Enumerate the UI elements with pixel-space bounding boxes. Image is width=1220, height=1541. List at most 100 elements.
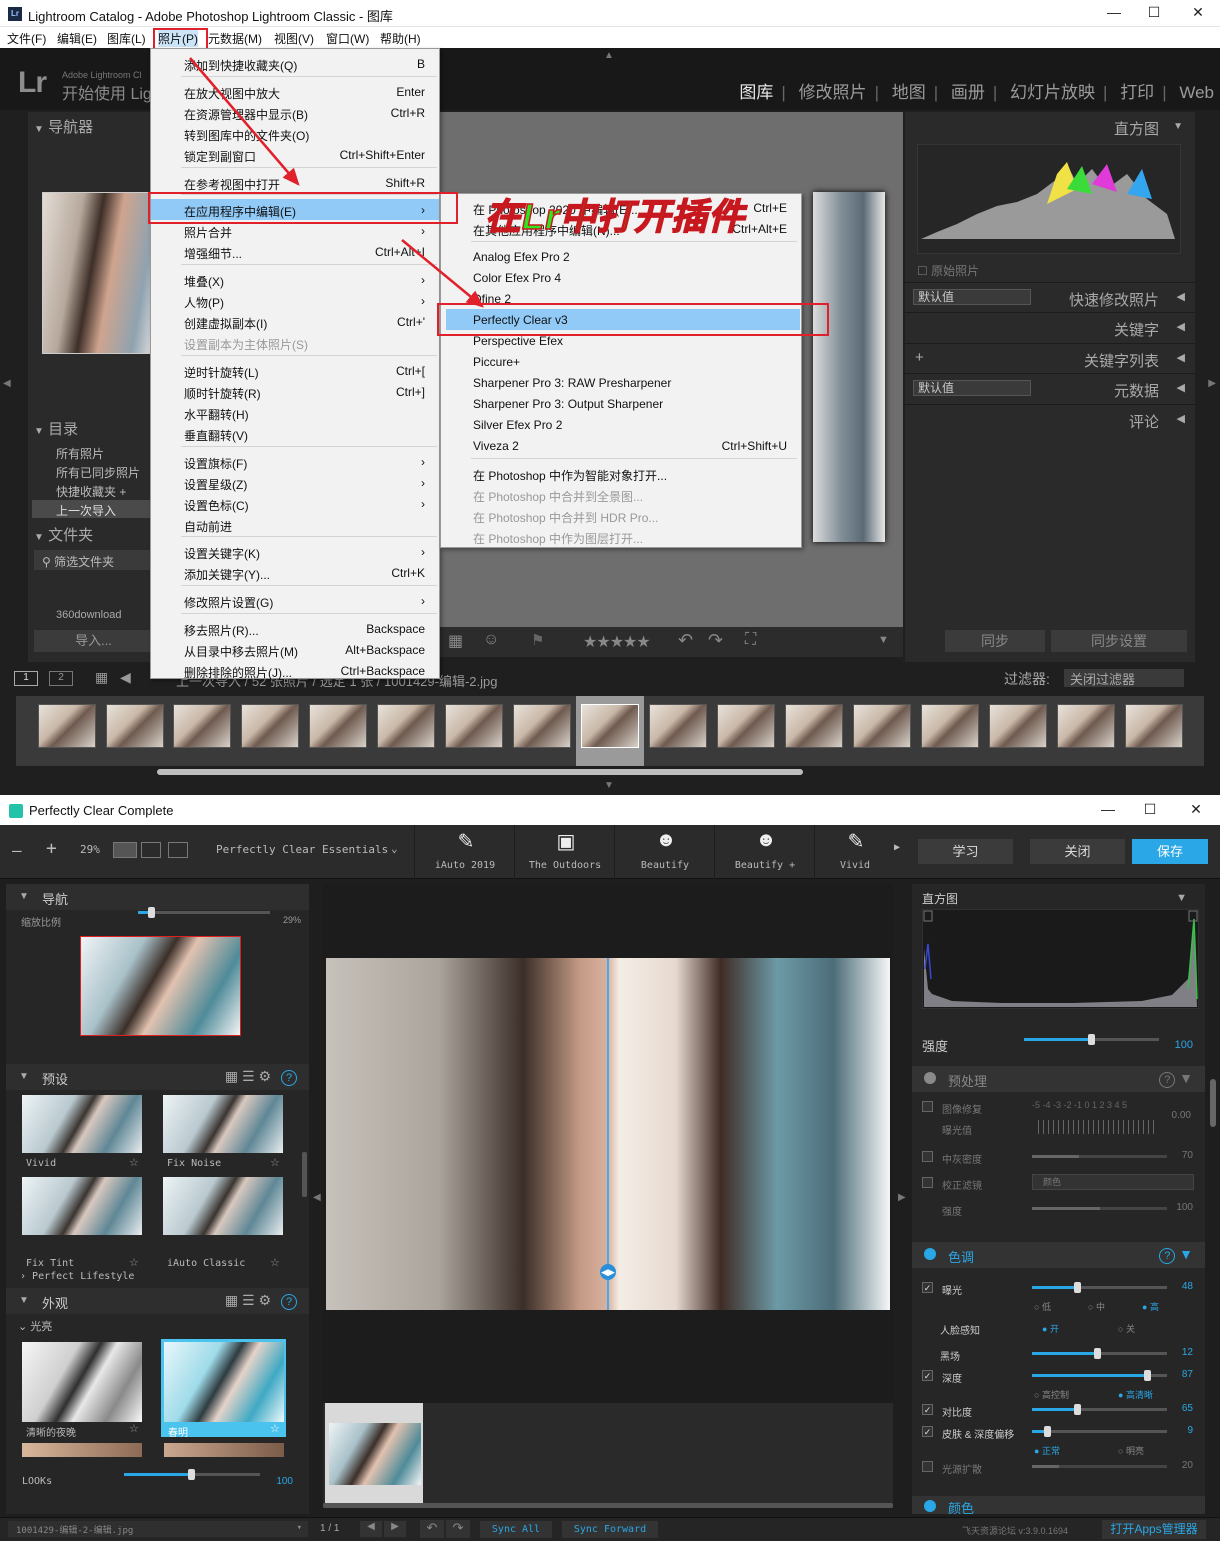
photo-menu-item[interactable]: 删除排除的照片(J)... Ctrl+Backspace [151, 660, 439, 681]
sync-forward-button[interactable]: Sync Forward [562, 1521, 658, 1538]
menu-edit[interactable]: 编辑(E) [57, 30, 97, 47]
edit-in-menu-item[interactable]: Sharpener Pro 3: Output Sharpener [441, 393, 801, 414]
black-point-row[interactable]: 黑场 12 [912, 1343, 1205, 1365]
film-thumb[interactable] [649, 704, 707, 748]
minimize-icon[interactable]: — [1104, 4, 1124, 20]
open-apps-manager-button[interactable]: 打开Apps管理器 [1102, 1520, 1206, 1539]
photo-menu-item[interactable]: 锁定到副窗口 Ctrl+Shift+Enter [151, 144, 439, 165]
preset-thumb-fix-tint[interactable] [22, 1177, 142, 1235]
strength-slider[interactable] [1024, 1034, 1159, 1045]
menu-library[interactable]: 图库(L) [107, 30, 146, 47]
film-thumb[interactable] [513, 704, 571, 748]
comments-row[interactable]: 评论 ◀ [905, 404, 1195, 434]
quick-develop-row[interactable]: 默认值 快速修改照片 ◀ [905, 282, 1195, 312]
maximize-icon[interactable]: ☐ [1140, 801, 1160, 818]
maximize-icon[interactable]: ☐ [1144, 4, 1164, 21]
module-map[interactable]: 地图 [892, 83, 926, 102]
edit-in-menu-item[interactable]: Sharpener Pro 3: RAW Presharpener [441, 372, 801, 393]
back-icon[interactable]: ◀ [120, 669, 131, 686]
contrast-row[interactable]: ✓ 对比度 65 [912, 1399, 1205, 1421]
collapse-bottom-icon[interactable]: ▼ [604, 780, 614, 791]
rotate-left-icon[interactable]: ↶ [678, 630, 693, 651]
filter-folders-input[interactable]: ⚲ 筛选文件夹 [34, 550, 153, 570]
preset-thumb-iauto-classic[interactable] [163, 1177, 283, 1235]
photo-menu-item[interactable]: 逆时针旋转(L) Ctrl+[ [151, 360, 439, 381]
film-thumb[interactable] [106, 704, 164, 748]
photo-menu-item[interactable]: 增强细节... Ctrl+Alt+I [151, 241, 439, 262]
film-thumb-selected[interactable] [581, 704, 639, 748]
star-icon[interactable]: ☆ [129, 1422, 139, 1435]
menu-metadata[interactable]: 元数据(M) [208, 30, 262, 47]
zoom-in-icon[interactable]: + [46, 838, 57, 859]
folder-360download[interactable]: 360download [56, 609, 121, 621]
preset-select[interactable]: 默认值 [913, 289, 1031, 305]
filmstrip-thumb[interactable] [329, 1423, 421, 1485]
filter-strength-row[interactable]: 强度 100 [912, 1198, 1205, 1220]
single-view-icon[interactable] [113, 842, 137, 858]
zoom-out-icon[interactable]: — [12, 841, 22, 860]
split-handle-icon[interactable]: ◀▶ [600, 1264, 616, 1280]
folders-header[interactable]: ▼ 文件夹 [34, 524, 93, 546]
navigator-thumbnail[interactable] [80, 936, 241, 1036]
edit-in-menu-item[interactable]: Silver Efex Pro 2 [441, 414, 801, 435]
histogram-header[interactable]: 直方图 [1114, 118, 1159, 139]
preset-group-perfect-lifestyle[interactable]: › Perfect Lifestyle [20, 1271, 134, 1282]
photo-menu-item[interactable]: 自动前进 [151, 514, 439, 535]
catalog-previous-import[interactable]: 上一次导入 [56, 502, 116, 519]
close-icon[interactable]: ✕ [1186, 801, 1206, 818]
photo-menu-item[interactable]: 转到图库中的文件夹(O) [151, 123, 439, 144]
looks-group-bright[interactable]: ⌄ 光亮 [18, 1318, 52, 1334]
before-after-preview[interactable]: ◀▶ [326, 958, 890, 1310]
module-slideshow[interactable]: 幻灯片放映 [1010, 83, 1095, 102]
rotate-right-icon[interactable]: ↷ [708, 630, 723, 651]
metadata-select[interactable]: 默认值 [913, 380, 1031, 396]
photo-menu-item[interactable]: 从目录中移去照片(M) Alt+Backspace [151, 639, 439, 660]
preset-beautify-plus[interactable]: ☻ Beautify + [714, 825, 814, 879]
photo-menu-item[interactable]: 添加关键字(Y)... Ctrl+K [151, 562, 439, 583]
color-section-header[interactable]: 颜色 [912, 1496, 1205, 1516]
photo-menu-item[interactable]: 创建虚拟副本(I) Ctrl+' [151, 311, 439, 332]
photo-menu-item[interactable]: 添加到快捷收藏夹(Q) B [151, 53, 439, 74]
edit-in-menu-item[interactable]: Analog Efex Pro 2 [441, 246, 801, 267]
crop-icon[interactable]: ⛶ [745, 631, 756, 649]
edit-in-menu-item[interactable]: 在 Photoshop 中合并到 HDR Pro... [441, 505, 801, 526]
light-diffusion-row[interactable]: 光源扩散 20 [912, 1456, 1205, 1478]
split-view-icon[interactable] [141, 842, 161, 858]
sync-button[interactable]: 同步 [945, 630, 1045, 652]
look-thumb-spring[interactable] [164, 1342, 284, 1422]
edit-in-menu-item[interactable]: Piccure+ [441, 351, 801, 372]
photo-menu-item[interactable]: 垂直翻转(V) [151, 423, 439, 444]
photo-menu-item[interactable]: 设置星级(Z) › [151, 472, 439, 493]
import-button[interactable]: 导入... [34, 630, 153, 652]
photo-menu-item[interactable]: 移去照片(R)... Backspace [151, 618, 439, 639]
filter-select[interactable]: 颜色 [1032, 1174, 1194, 1190]
film-thumb[interactable] [989, 704, 1047, 748]
presets-section-header[interactable]: ▼ 预设 ▦ ☰ ⚙? [6, 1064, 309, 1090]
catalog-quick-collection[interactable]: 快捷收藏夹 + [56, 483, 126, 500]
module-web[interactable]: Web [1179, 83, 1214, 102]
film-thumb[interactable] [173, 704, 231, 748]
right-panel-scrollbar[interactable] [1210, 1079, 1216, 1127]
look-thumb-clear-night[interactable] [22, 1342, 142, 1422]
left-panel-scrollbar[interactable] [302, 1152, 307, 1197]
flag-icon[interactable]: ⚑ [531, 631, 544, 649]
module-library[interactable]: 图库 [739, 83, 773, 102]
next-image-icon[interactable]: ▶ [384, 1521, 406, 1537]
original-photo-checkbox[interactable]: ☐ 原始照片 [917, 262, 979, 279]
film-thumb[interactable] [377, 704, 435, 748]
film-thumb[interactable] [785, 704, 843, 748]
photo-menu-item[interactable]: 水平翻转(H) [151, 402, 439, 423]
zoom-slider[interactable] [138, 907, 270, 918]
photo-menu-item[interactable]: 设置色标(C) › [151, 493, 439, 514]
tone-section-header[interactable]: 色调 ? ▼ [912, 1242, 1205, 1268]
module-print[interactable]: 打印 [1120, 83, 1154, 102]
collapse-top-icon[interactable]: ▲ [604, 50, 614, 61]
navigator-section-header[interactable]: ▼ 导航 [6, 884, 309, 910]
film-thumb[interactable] [717, 704, 775, 748]
right-panel-toggle-icon[interactable]: ▶ [1208, 378, 1216, 389]
navigator-preview[interactable] [42, 192, 153, 354]
right-collapse-icon[interactable]: ▶ [898, 1192, 906, 1203]
histogram-dropdown-icon[interactable]: ▼ [1176, 892, 1187, 904]
grid-icon[interactable]: ▦ [95, 669, 108, 686]
preset-group-label[interactable]: Perfectly Clear Essentials [216, 843, 388, 856]
